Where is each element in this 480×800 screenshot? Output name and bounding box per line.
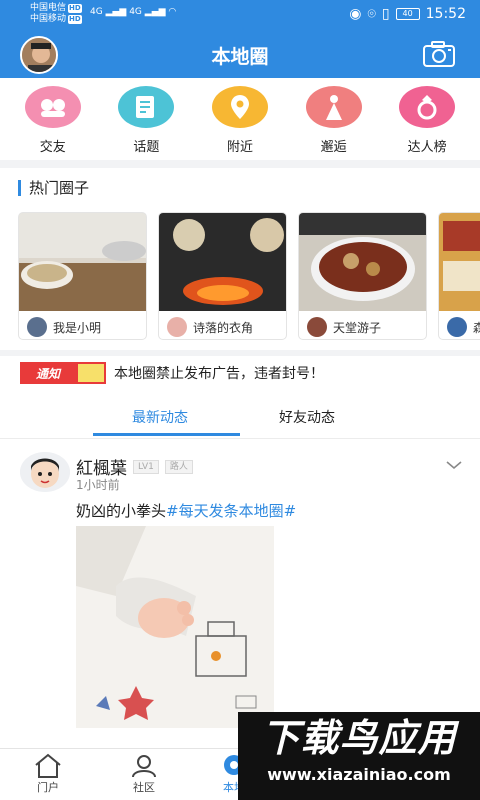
- quick-action-encounter[interactable]: 邂逅: [294, 78, 374, 160]
- circle-cover-image: [439, 213, 480, 311]
- quick-action-label: 达人榜: [407, 140, 447, 155]
- nav-label: 社区: [133, 781, 155, 794]
- circle-cover-image: [299, 213, 426, 311]
- notice-text: 本地圈禁止发布广告，违者封号！: [114, 366, 324, 382]
- ring-icon: [399, 86, 456, 128]
- battery-icon: 40: [395, 8, 420, 20]
- role-badge: 路人: [164, 459, 193, 474]
- circle-avatar: [167, 317, 187, 337]
- carrier-info: 中国电信 HD 中国移动 HD: [30, 3, 82, 24]
- post-author-avatar[interactable]: [20, 452, 70, 492]
- vibrate-icon: ▯: [381, 6, 390, 22]
- nav-community[interactable]: 社区: [114, 753, 174, 795]
- quick-action-friends[interactable]: 交友: [13, 78, 93, 160]
- post-topic-link[interactable]: #每天发条本地圈#: [166, 502, 296, 520]
- circle-cover-image: [159, 213, 286, 311]
- circle-name: 诗落的衣角: [193, 320, 254, 335]
- watermark-overlay: 下载鸟应用 www.xiazainiao.com: [238, 712, 480, 800]
- friends-icon: [24, 86, 81, 128]
- watermark-url: www.xiazainiao.com: [267, 765, 451, 784]
- quick-action-topic[interactable]: 话题: [106, 78, 186, 160]
- quick-action-label: 交友: [39, 140, 66, 155]
- clock: 15:52: [425, 6, 466, 22]
- megaphone-icon: [78, 364, 104, 382]
- circle-avatar: [447, 317, 467, 337]
- location-icon: [211, 86, 268, 128]
- community-icon: [132, 755, 156, 778]
- circle-avatar: [307, 317, 327, 337]
- nav-portal[interactable]: 门户: [18, 753, 78, 795]
- location-status-icon: ⌾: [367, 6, 376, 22]
- circle-card[interactable]: 天堂游子: [298, 212, 427, 340]
- hot-circle-list: 我是小明 诗落的衣角 天堂游子 森: [18, 212, 480, 340]
- home-icon: [35, 753, 61, 778]
- camera-icon[interactable]: [422, 40, 456, 68]
- quick-action-label: 话题: [133, 140, 160, 155]
- post-text: 奶凶的小拳头: [76, 502, 167, 520]
- page-title: 本地圈: [211, 46, 269, 68]
- status-bar: 中国电信 HD 中国移动 HD 4G ▂▄▆ 4G ▂▄▆ ◠ ◉ ⌾ ▯ 40 1…: [0, 0, 480, 30]
- hd-badge: HD: [68, 4, 82, 13]
- post-content: 奶凶的小拳头#每天发条本地圈#: [76, 500, 296, 521]
- wedding-icon: [305, 86, 362, 128]
- signal-icon: 4G ▂▄▆ 4G ▂▄▆ ◠: [90, 7, 177, 17]
- feed-tabs: 最新动态 好友动态: [0, 397, 480, 439]
- level-badge: LV1: [133, 459, 159, 474]
- section-title: 热门圈子: [18, 180, 89, 196]
- tab-friends[interactable]: 好友动态: [279, 407, 335, 427]
- nav-label: 门户: [37, 781, 59, 794]
- quick-action-ranking[interactable]: 达人榜: [387, 78, 467, 160]
- circle-card[interactable]: 森: [438, 212, 480, 340]
- divider: [0, 350, 480, 356]
- carrier-2: 中国移动: [30, 14, 67, 24]
- circle-card[interactable]: 我是小明: [18, 212, 147, 340]
- notice-badge: 通知: [20, 362, 106, 384]
- post-image[interactable]: [76, 526, 274, 728]
- chevron-down-icon[interactable]: [446, 460, 462, 470]
- watermark-title: 下载鸟应用: [261, 716, 457, 760]
- post-time: 1小时前: [76, 478, 120, 492]
- quick-action-nearby[interactable]: 附近: [200, 78, 280, 160]
- quick-action-label: 邂逅: [320, 140, 347, 155]
- divider: [0, 160, 480, 168]
- circle-name: 森: [473, 319, 480, 336]
- topic-icon: [118, 86, 175, 128]
- tab-latest[interactable]: 最新动态: [132, 407, 188, 427]
- circle-card[interactable]: 诗落的衣角: [158, 212, 287, 340]
- circle-name: 我是小明: [53, 320, 102, 335]
- quick-action-label: 附近: [226, 140, 253, 155]
- quick-actions: 交友 话题 附近 邂逅 达人榜: [0, 78, 480, 160]
- circle-name: 天堂游子: [333, 320, 382, 335]
- app-header: 本地圈: [0, 30, 480, 78]
- carrier-1: 中国电信: [30, 3, 67, 13]
- eye-icon: ◉: [349, 6, 362, 22]
- notice-bar[interactable]: 通知 本地圈禁止发布广告，违者封号！: [20, 362, 324, 384]
- circle-cover-image: [19, 213, 146, 311]
- active-tab-indicator: [93, 433, 240, 436]
- circle-avatar: [27, 317, 47, 337]
